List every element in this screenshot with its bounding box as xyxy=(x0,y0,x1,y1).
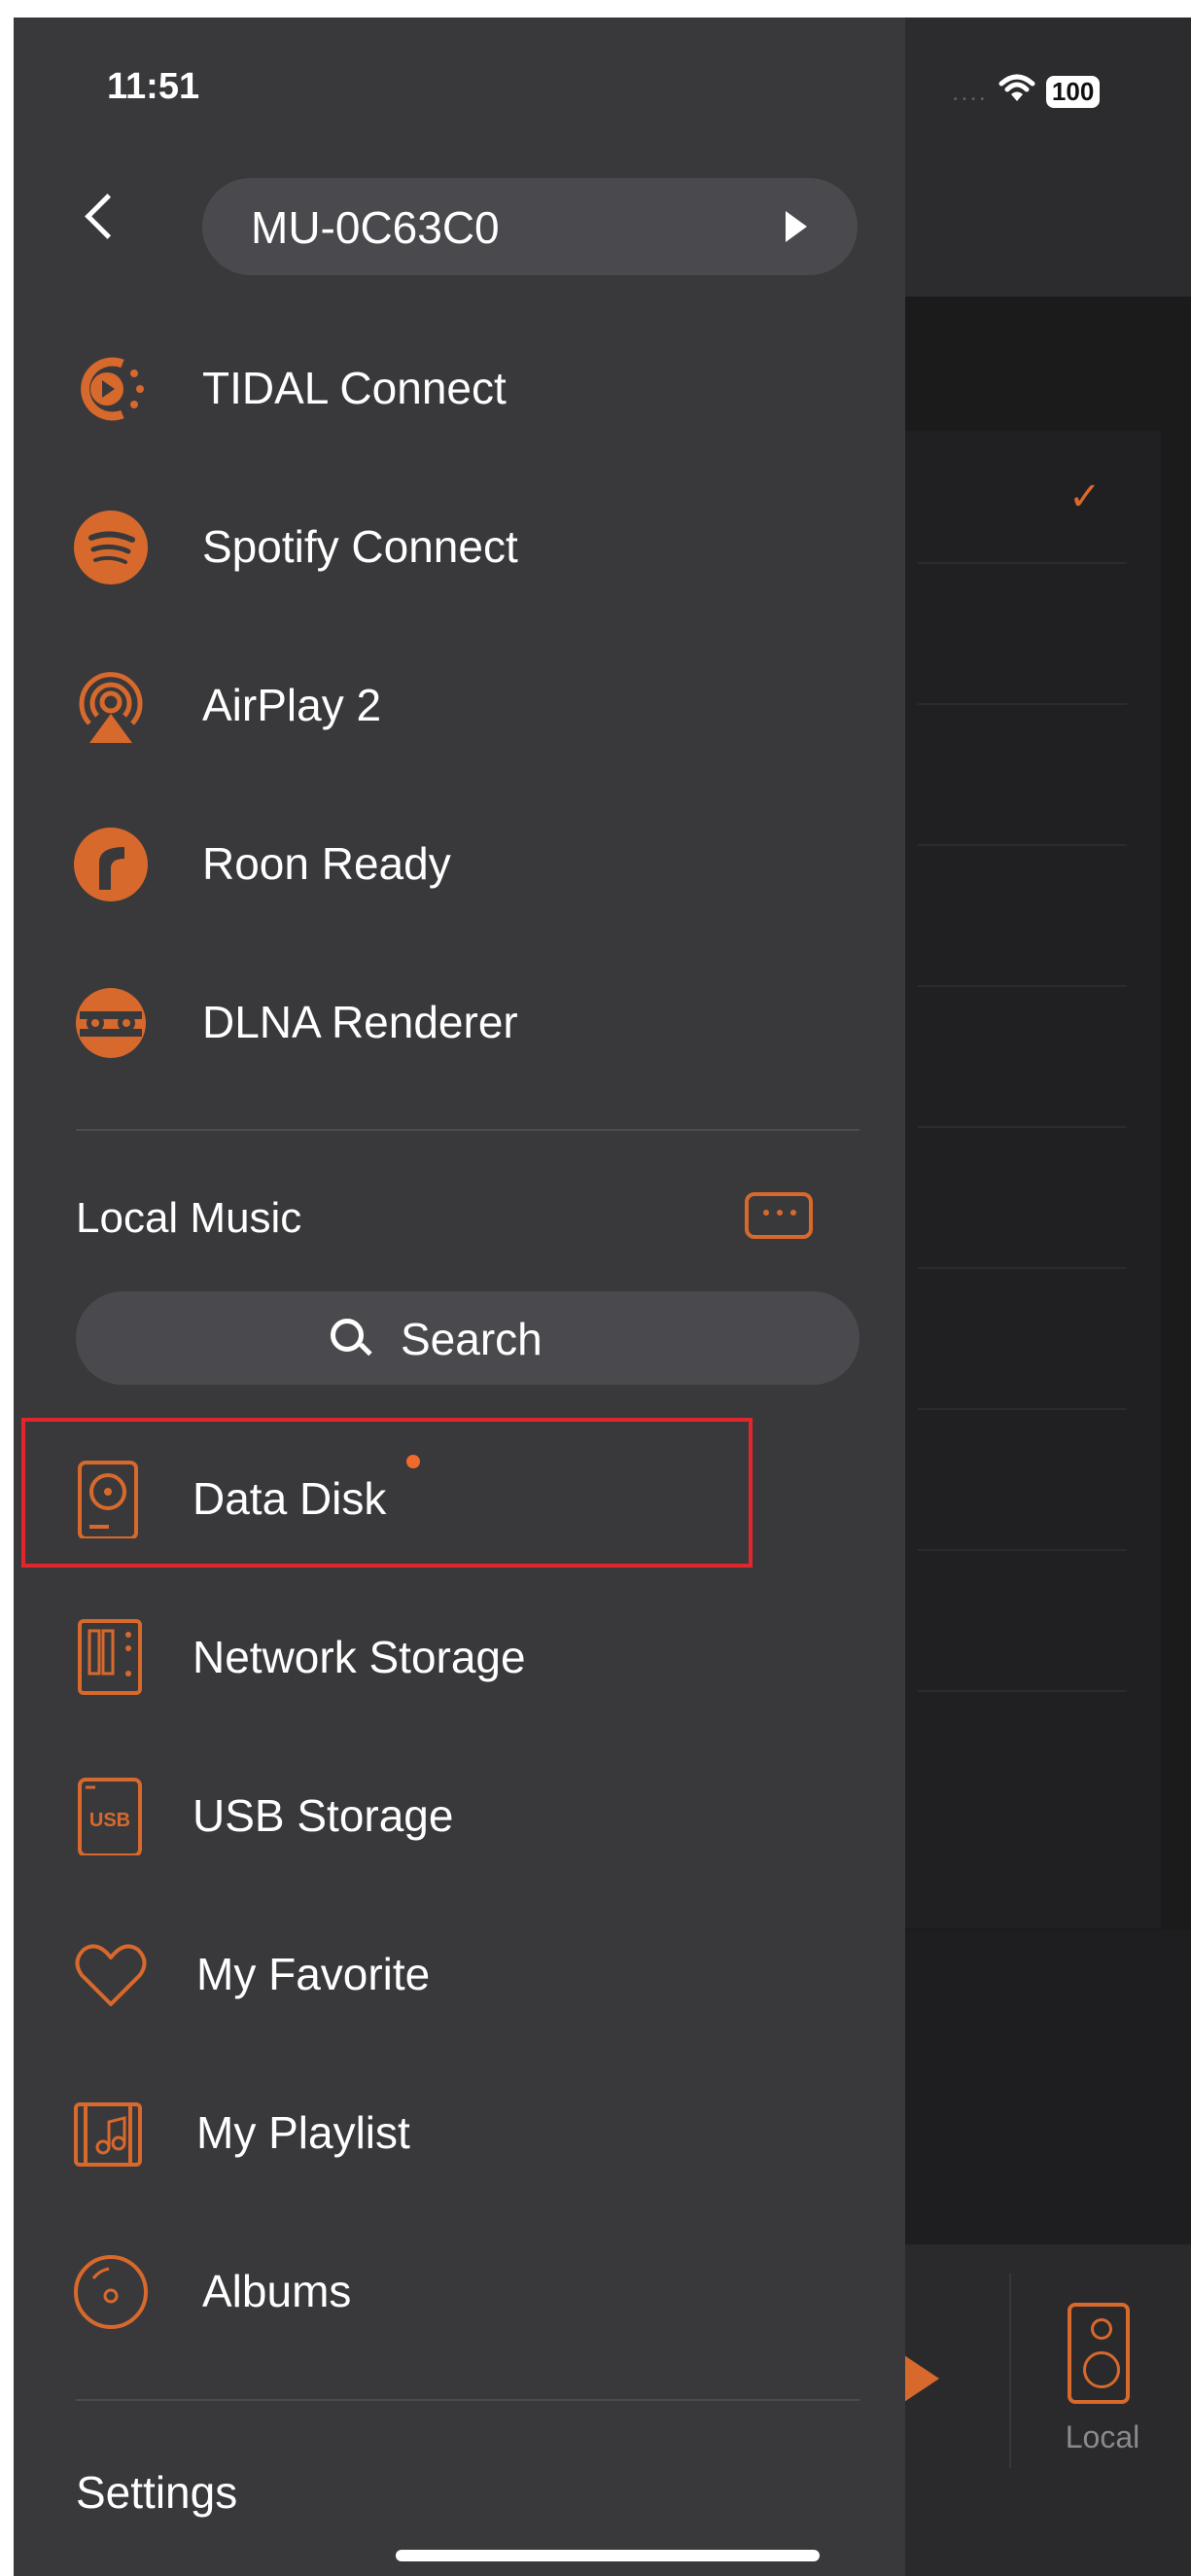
local-item-label: Network Storage xyxy=(193,1632,526,1682)
local-label: Local xyxy=(1065,2419,1140,2454)
navigation-drawer: 11:51 MU-0C63C0 TIDAL Connect Spotify Co… xyxy=(14,18,905,2576)
signal-dots: .... xyxy=(952,76,988,106)
playlist-icon xyxy=(72,2095,150,2172)
section-divider xyxy=(76,1129,859,1131)
service-label: Roon Ready xyxy=(202,838,451,889)
local-item-label: My Playlist xyxy=(196,2107,410,2158)
app-screen: ✓ Local .... 100 11:51 MU-0C63C0 TIDAL C… xyxy=(14,18,1191,2576)
roon-icon xyxy=(72,826,150,903)
local-item-label: USB Storage xyxy=(193,1790,454,1841)
device-selector[interactable]: MU-0C63C0 xyxy=(202,178,858,275)
local-item-network-storage[interactable]: Network Storage xyxy=(14,1607,905,1705)
play-arrow-icon xyxy=(786,211,807,242)
battery-indicator: 100 xyxy=(1045,75,1101,108)
back-icon[interactable] xyxy=(85,194,130,239)
search-icon xyxy=(331,1319,364,1352)
background-divider xyxy=(918,985,1127,987)
new-badge-dot xyxy=(406,1455,420,1468)
airplay-icon xyxy=(72,667,150,745)
status-time: 11:51 xyxy=(107,66,200,107)
local-item-usb-storage[interactable]: USB USB Storage xyxy=(14,1766,905,1863)
speaker-icon[interactable] xyxy=(1068,2303,1130,2404)
spotify-icon xyxy=(72,509,150,586)
tidal-connect-icon xyxy=(72,350,150,428)
service-label: TIDAL Connect xyxy=(202,363,507,413)
section-divider xyxy=(76,2399,859,2401)
nas-icon xyxy=(72,1619,150,1697)
dlna-icon xyxy=(72,984,150,1062)
disk-icon xyxy=(72,1461,150,1540)
search-label: Search xyxy=(401,1314,543,1364)
local-item-label: My Favorite xyxy=(196,1949,431,1999)
usb-icon: USB xyxy=(72,1778,150,1857)
service-dlna-renderer[interactable]: DLNA Renderer xyxy=(14,972,905,1070)
status-indicators: .... 100 xyxy=(952,71,1101,112)
svg-text:USB: USB xyxy=(89,1810,130,1831)
service-label: AirPlay 2 xyxy=(202,680,382,730)
service-label: DLNA Renderer xyxy=(202,997,518,1047)
settings-label: Settings xyxy=(76,2467,238,2518)
search-button[interactable]: Search xyxy=(76,1291,859,1385)
album-icon xyxy=(72,2253,150,2331)
local-item-data-disk[interactable]: Data Disk xyxy=(14,1449,905,1546)
service-label: Spotify Connect xyxy=(202,521,518,572)
background-divider xyxy=(918,562,1127,564)
checkmark-icon: ✓ xyxy=(1068,476,1102,518)
home-indicator xyxy=(396,2550,820,2561)
service-spotify-connect[interactable]: Spotify Connect xyxy=(14,497,905,594)
device-name: MU-0C63C0 xyxy=(251,202,500,253)
local-item-label: Albums xyxy=(202,2266,352,2316)
background-divider xyxy=(918,1549,1127,1551)
background-divider xyxy=(918,1690,1127,1692)
local-item-albums[interactable]: Albums xyxy=(14,2241,905,2339)
background-divider xyxy=(918,1408,1127,1410)
heart-icon xyxy=(72,1936,150,2014)
footer-divider xyxy=(1009,2274,1011,2468)
chat-icon[interactable] xyxy=(745,1192,813,1239)
settings-item[interactable]: Settings xyxy=(14,2443,905,2540)
wifi-icon xyxy=(998,71,1036,112)
background-divider xyxy=(918,703,1127,705)
background-divider xyxy=(918,1126,1127,1128)
service-airplay-2[interactable]: AirPlay 2 xyxy=(14,655,905,753)
local-item-my-playlist[interactable]: My Playlist xyxy=(14,2083,905,2180)
local-item-label: Data Disk xyxy=(193,1473,387,1524)
service-roon-ready[interactable]: Roon Ready xyxy=(14,814,905,911)
background-divider xyxy=(918,1267,1127,1269)
local-item-my-favorite[interactable]: My Favorite xyxy=(14,1924,905,2022)
local-music-heading: Local Music xyxy=(76,1194,302,1242)
background-divider xyxy=(918,844,1127,846)
service-tidal-connect[interactable]: TIDAL Connect xyxy=(14,338,905,436)
